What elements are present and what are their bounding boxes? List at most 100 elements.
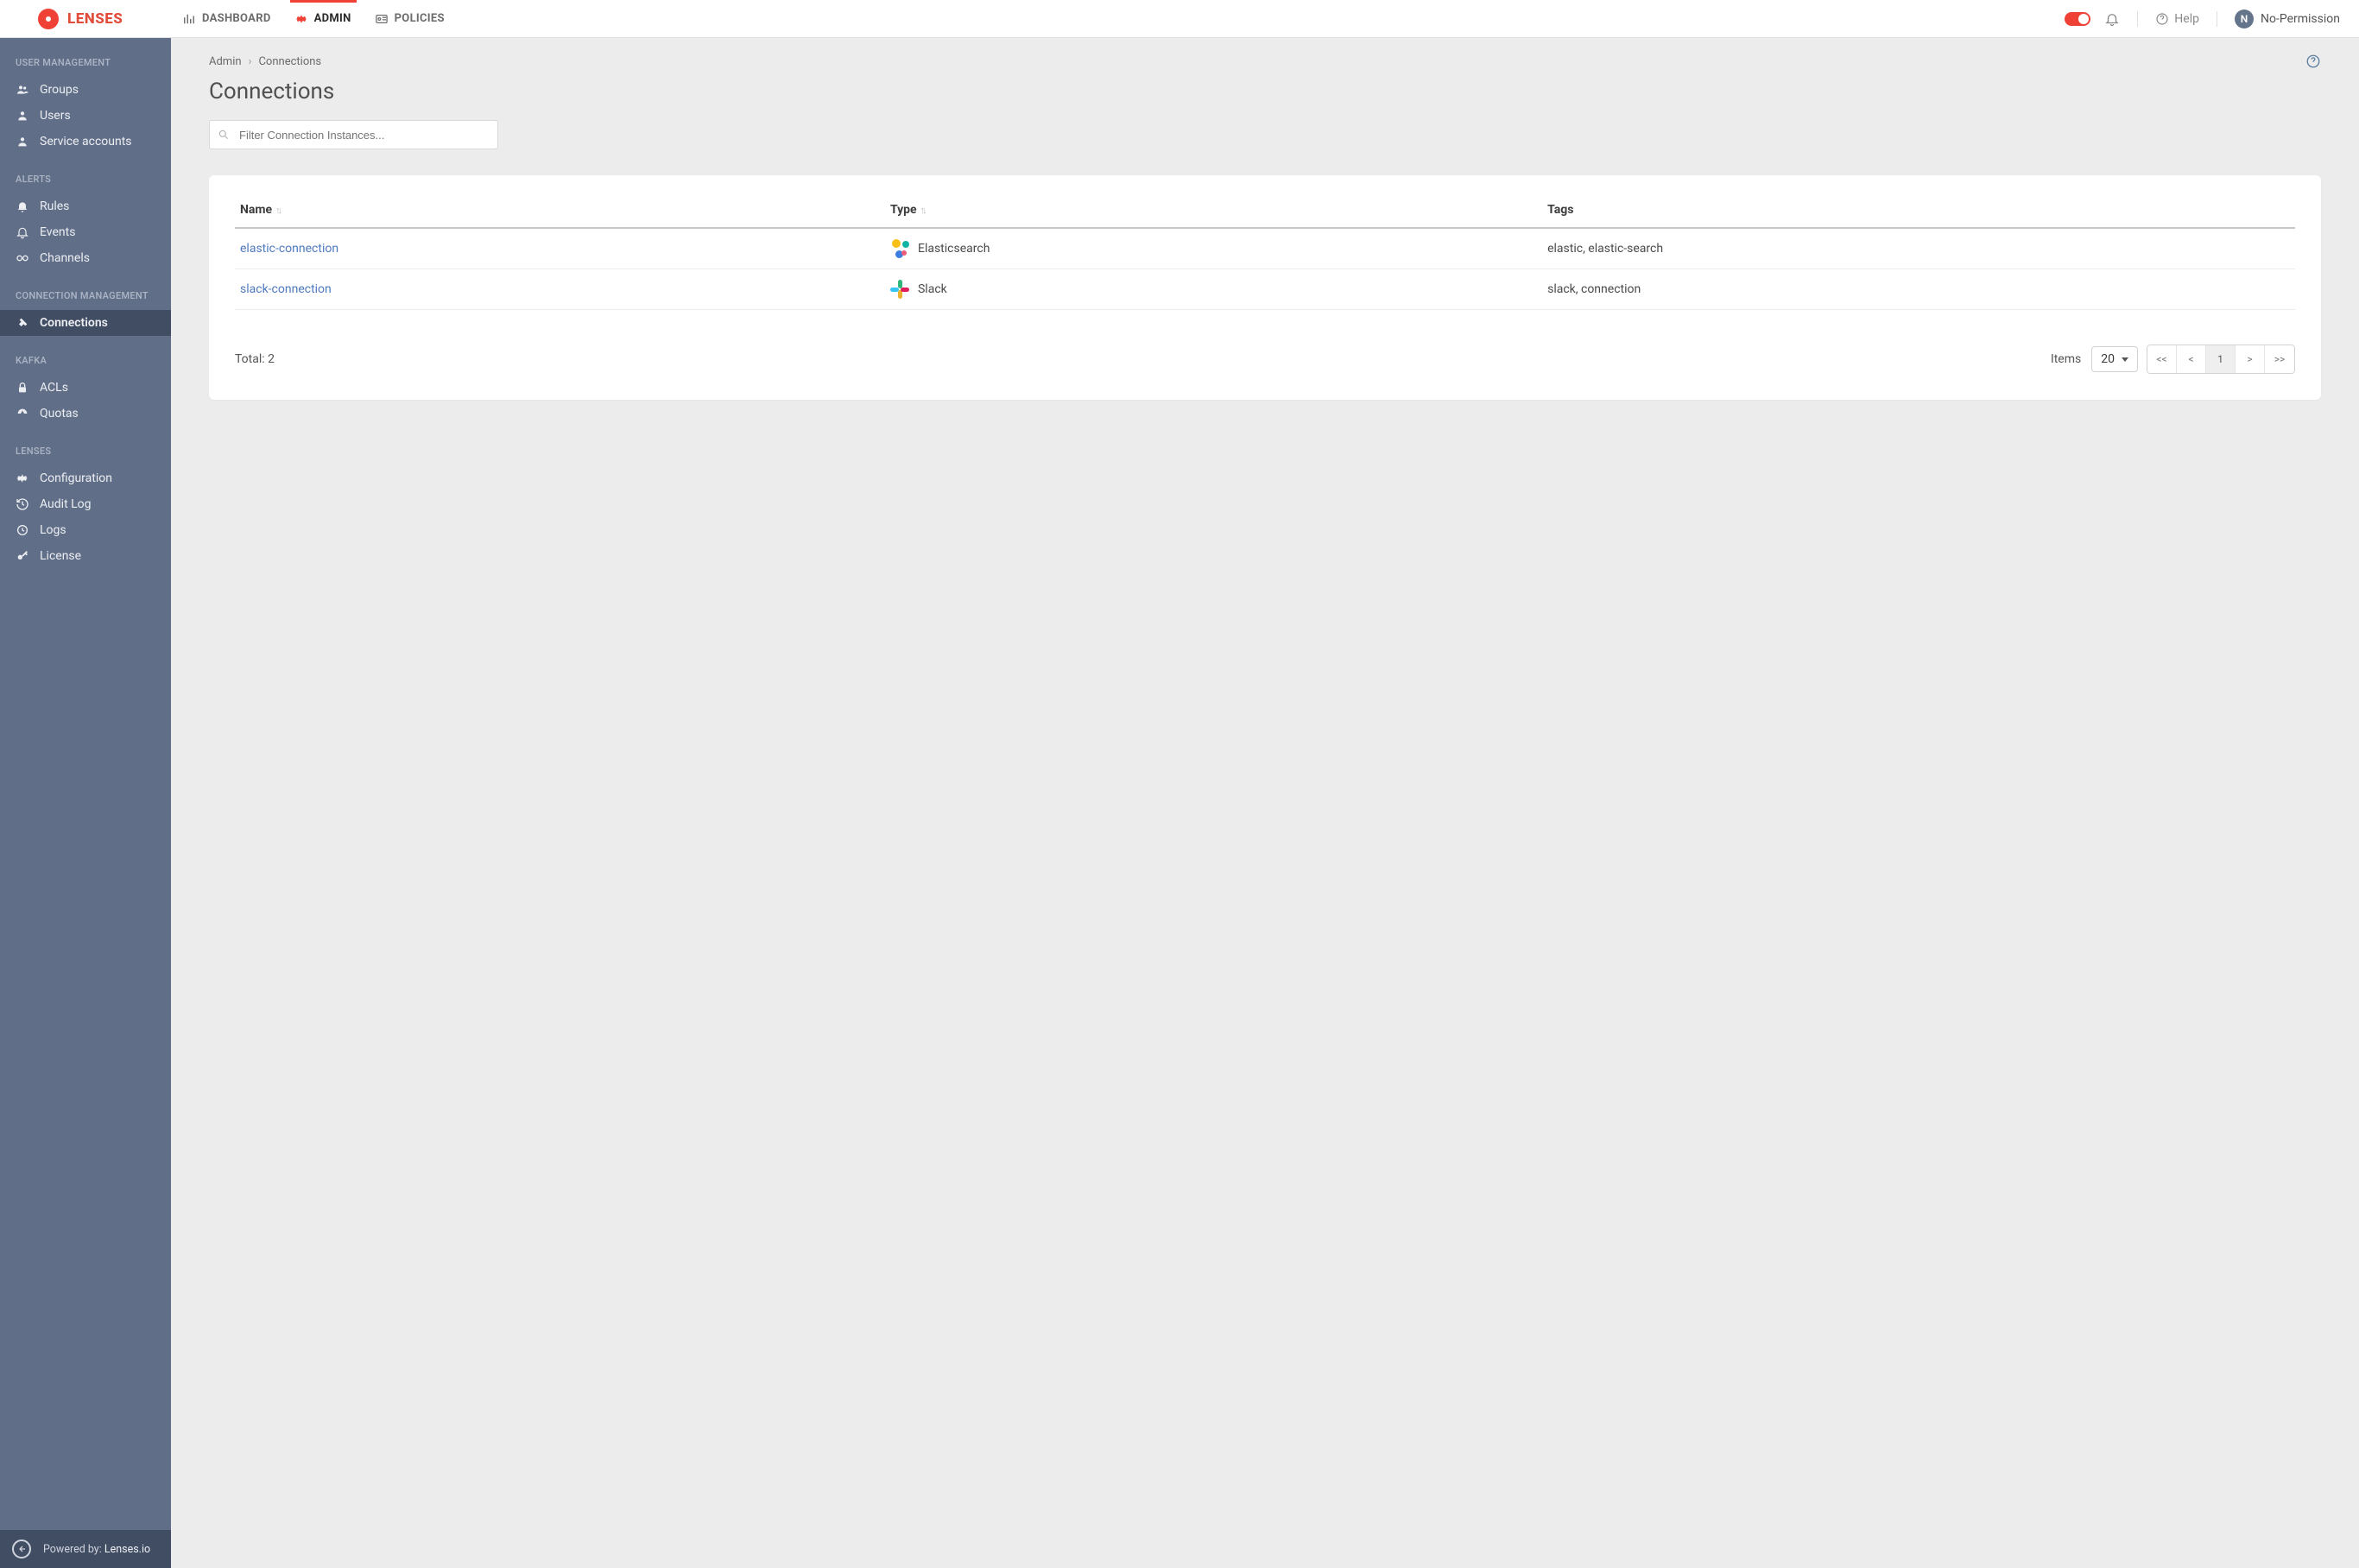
sort-icon: ↑↓ [275, 205, 280, 216]
key-icon [16, 549, 29, 563]
sidebar-item-label: Audit Log [40, 497, 92, 511]
logo[interactable]: LENSES [0, 9, 171, 29]
sidebar-item-configuration[interactable]: Configuration [0, 465, 171, 491]
sidebar-item-audit-log[interactable]: Audit Log [0, 491, 171, 517]
connections-card: Name↑↓ Type↑↓ Tags elastic-connection Ela… [209, 175, 2321, 400]
sidebar-item-label: Configuration [40, 471, 112, 485]
help-label: Help [2174, 12, 2199, 26]
sidebar-item-label: Service accounts [40, 135, 132, 149]
main: Admin › Connections Connections Name↑↓ T… [171, 38, 2359, 1568]
bell-icon [16, 225, 29, 239]
type-label: Elasticsearch [918, 242, 990, 256]
sidebar-item-label: Channels [40, 251, 90, 265]
chart-icon [183, 13, 195, 25]
sidebar-item-license[interactable]: License [0, 543, 171, 569]
es-icon [890, 239, 909, 258]
link-icon [16, 251, 29, 265]
sidebar-item-label: Connections [40, 316, 108, 330]
col-type[interactable]: Type↑↓ [885, 196, 1542, 228]
avatar: N [2235, 9, 2254, 28]
bellcog-icon [16, 199, 29, 213]
type-label: Slack [918, 282, 947, 296]
sidebar-item-events[interactable]: Events [0, 219, 171, 245]
sidebar-section-title: CONNECTION MANAGEMENT [0, 271, 171, 310]
chevron-right-icon: › [249, 55, 252, 68]
nav-label: ADMIN [314, 12, 351, 25]
connections-table: Name↑↓ Type↑↓ Tags elastic-connection Ela… [235, 196, 2295, 310]
sidebar-item-rules[interactable]: Rules [0, 193, 171, 219]
logo-icon [38, 9, 59, 29]
logo-text: LENSES [67, 10, 123, 28]
page-current[interactable]: 1 [2206, 345, 2236, 373]
sidebar-section-title: LENSES [0, 427, 171, 465]
nav-admin[interactable]: ADMIN [283, 0, 364, 37]
page-size-select[interactable]: 20 [2091, 346, 2138, 372]
sidebar-item-users[interactable]: Users [0, 103, 171, 129]
gauge-icon [16, 407, 29, 420]
nav-dashboard[interactable]: DASHBOARD [171, 0, 283, 37]
sidebar-item-logs[interactable]: Logs [0, 517, 171, 543]
col-tags[interactable]: Tags [1542, 196, 2295, 228]
sidebar-footer: Powered by: Lenses.io [0, 1530, 171, 1568]
table-row: slack-connection Slack slack, connection [235, 269, 2295, 310]
page-prev[interactable]: < [2177, 345, 2206, 373]
slack-icon [890, 280, 909, 299]
sidebar-item-connections[interactable]: Connections [0, 310, 171, 336]
breadcrumb: Admin › Connections [209, 55, 2321, 68]
id-icon [376, 13, 388, 25]
lock-icon [16, 381, 29, 395]
sidebar-item-label: Users [40, 109, 71, 123]
breadcrumb-leaf: Connections [258, 55, 321, 68]
sort-icon: ↑↓ [920, 205, 925, 216]
powered-by: Powered by: Lenses.io [43, 1543, 150, 1556]
sidebar-item-groups[interactable]: Groups [0, 77, 171, 103]
user-menu[interactable]: N No-Permission [2235, 9, 2340, 28]
user-icon [16, 135, 29, 149]
sidebar-item-label: License [40, 549, 81, 563]
sidebar-item-label: Quotas [40, 407, 79, 420]
nav-policies[interactable]: POLICIES [364, 0, 457, 37]
caret-down-icon [2122, 357, 2128, 362]
page-help-icon[interactable] [2305, 54, 2321, 69]
breadcrumb-root[interactable]: Admin [209, 55, 242, 68]
sidebar-item-service-accounts[interactable]: Service accounts [0, 129, 171, 155]
sidebar-item-label: ACLs [40, 381, 68, 395]
toggle-switch[interactable] [2065, 12, 2090, 26]
page-next[interactable]: > [2236, 345, 2265, 373]
plug-icon [16, 316, 29, 330]
search-icon [218, 129, 230, 141]
filter-input[interactable] [209, 120, 498, 149]
topbar: LENSES DASHBOARD ADMIN POLICIES Help N N… [0, 0, 2359, 38]
pagination: Items 20 << < 1 > >> [2051, 345, 2295, 374]
collapse-sidebar-icon[interactable] [12, 1540, 31, 1559]
top-nav: DASHBOARD ADMIN POLICIES [171, 0, 457, 37]
sidebar: USER MANAGEMENT Groups Users Service accoun… [0, 38, 171, 1568]
history-icon [16, 497, 29, 511]
sidebar-item-quotas[interactable]: Quotas [0, 401, 171, 427]
sidebar-item-label: Events [40, 225, 75, 239]
powered-link[interactable]: Lenses.io [104, 1543, 150, 1556]
sidebar-item-label: Groups [40, 83, 79, 97]
page-last[interactable]: >> [2265, 345, 2294, 373]
tags-cell: elastic, elastic-search [1542, 228, 2295, 269]
users-icon [16, 83, 29, 97]
table-row: elastic-connection Elasticsearch elastic, … [235, 228, 2295, 269]
nav-label: POLICIES [395, 12, 445, 25]
clock-icon [16, 523, 29, 537]
sidebar-item-acls[interactable]: ACLs [0, 375, 171, 401]
connection-link[interactable]: slack-connection [240, 282, 332, 296]
sidebar-item-label: Rules [40, 199, 69, 213]
page-first[interactable]: << [2147, 345, 2177, 373]
divider [2137, 11, 2138, 27]
gear-icon [295, 13, 307, 25]
col-name[interactable]: Name↑↓ [235, 196, 885, 228]
bell-icon[interactable] [2104, 11, 2120, 27]
sidebar-section-title: USER MANAGEMENT [0, 38, 171, 77]
tags-cell: slack, connection [1542, 269, 2295, 310]
help-link[interactable]: Help [2155, 12, 2199, 26]
sidebar-item-channels[interactable]: Channels [0, 245, 171, 271]
connection-link[interactable]: elastic-connection [240, 242, 338, 256]
nav-label: DASHBOARD [202, 12, 271, 25]
items-label: Items [2051, 352, 2081, 366]
gear-icon [16, 471, 29, 485]
